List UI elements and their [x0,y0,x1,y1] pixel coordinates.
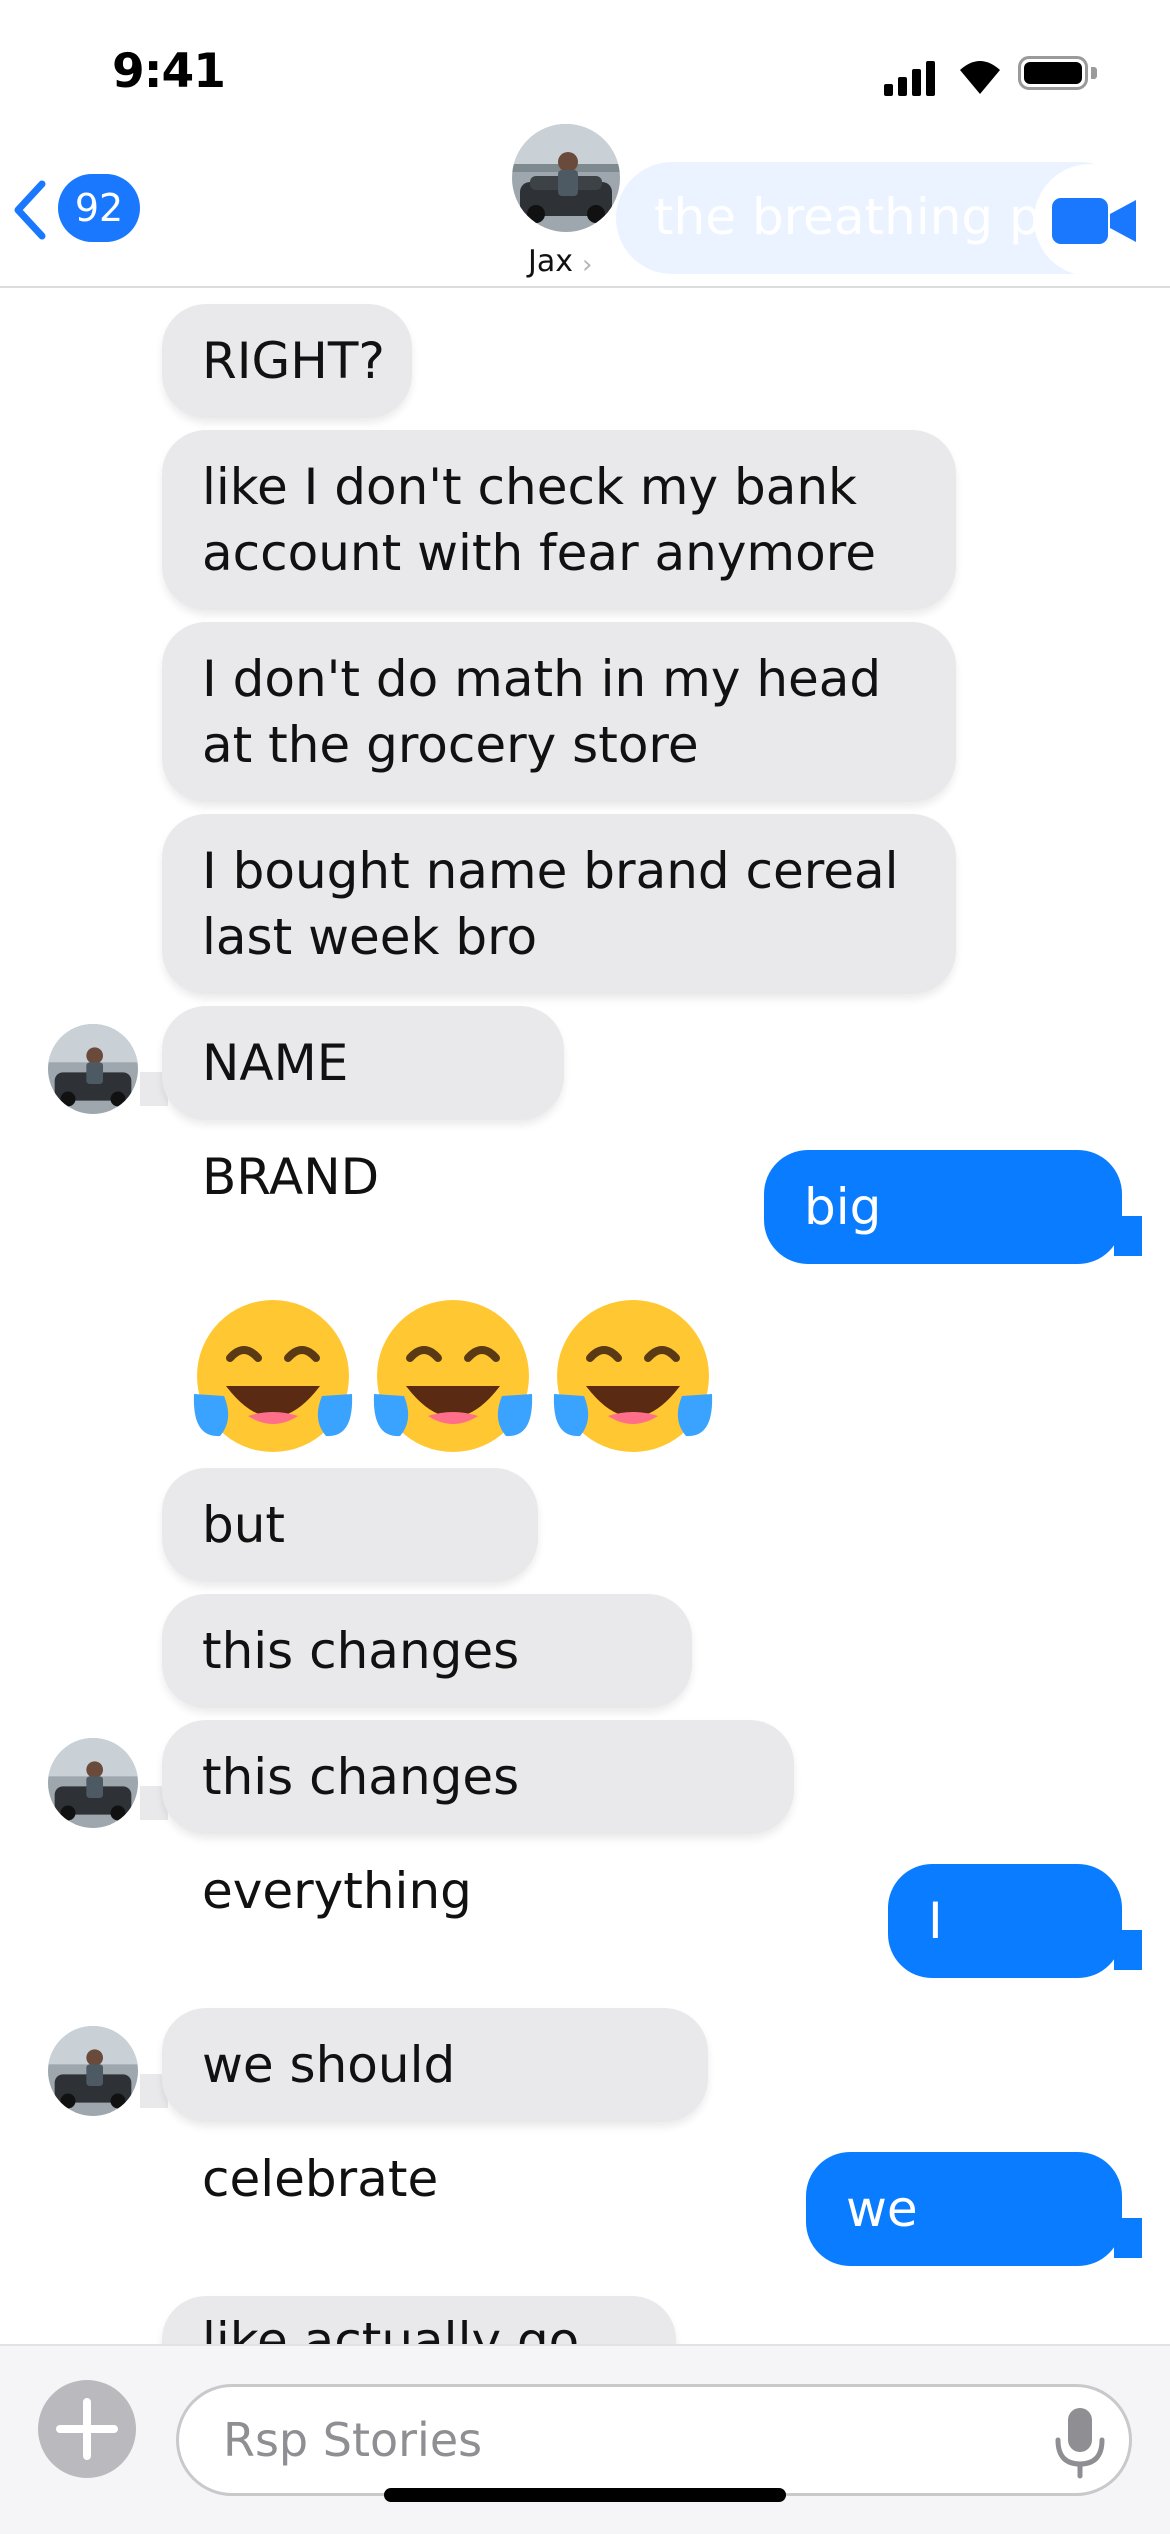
message-list[interactable]: RIGHT? like I don't check my bank accoun… [0,288,1170,2344]
contact-avatar[interactable] [512,124,620,232]
message-text: I bought name brand cereal last week bro [202,842,899,966]
message-text: RIGHT? [202,332,385,390]
conversation-header: 92 Jax › the breathing pa [0,120,1170,288]
message-text: like I don't check my bank account with … [202,458,876,582]
home-indicator[interactable] [384,2488,786,2502]
message-text: I don't do math in my head at the grocer… [202,650,882,774]
incoming-message-bubble[interactable]: like I don't check my bank account with … [162,430,956,610]
incoming-message-bubble[interactable]: but seriously [162,1468,538,1668]
incoming-message-bubble[interactable]: like actually go out [162,2296,676,2344]
message-input[interactable] [176,2384,1132,2496]
message-text: we should [846,2180,1012,2344]
outgoing-message-bubble[interactable]: big spender [764,1150,1122,1350]
incoming-message-bubble[interactable]: RIGHT? [162,304,412,418]
message-text: I know [928,1892,1061,2064]
face-with-tears-of-joy-icon [553,1300,713,1452]
sender-avatar[interactable] [48,2026,138,2116]
sender-avatar[interactable] [48,1024,138,1114]
message-text: this changes everything [202,1748,520,1920]
video-camera-icon [1052,198,1136,244]
contact-chevron-icon: › [582,250,593,280]
bubble-tail [1114,1930,1142,1970]
battery-icon [1018,56,1100,94]
outgoing-message-bubble[interactable]: I know [888,1864,1122,2064]
incoming-message-bubble[interactable]: we should celebrate [162,2008,708,2208]
emoji-message[interactable] [190,1298,730,1458]
message-text: NAME BRAND [202,1034,380,1206]
incoming-message-bubble[interactable]: this changes everything [162,1720,794,1920]
bubble-tail [1114,1216,1142,1256]
wifi-icon [960,61,1000,94]
message-text: big spender [804,1178,1008,1350]
outgoing-message-bubble[interactable]: we should [806,2152,1122,2344]
plus-icon [56,2398,118,2460]
cellular-signal-icon [884,60,940,96]
incoming-message-bubble[interactable]: I don't do math in my head at the grocer… [162,622,956,802]
incoming-message-bubble[interactable]: this changes things [162,1594,692,1794]
microphone-icon[interactable] [1052,2406,1108,2480]
incoming-message-bubble[interactable]: I bought name brand cereal last week bro [162,814,956,994]
face-with-tears-of-joy-icon [193,1300,353,1452]
message-text: like actually go out [202,2312,580,2344]
status-time: 9:41 [112,44,226,99]
back-chevron-icon[interactable] [12,180,48,240]
add-attachment-button[interactable] [38,2380,136,2478]
contact-name[interactable]: Jax [528,244,573,279]
sender-avatar[interactable] [48,1738,138,1828]
peeking-message-text: the breathing pa [654,188,1072,246]
composer-bar [0,2344,1170,2534]
unread-count-badge[interactable]: 92 [58,174,140,242]
message-text: we should celebrate [202,2036,456,2208]
bubble-tail [1114,2218,1142,2258]
face-with-tears-of-joy-icon [373,1300,533,1452]
video-call-button[interactable] [1034,164,1146,276]
status-bar: 9:41 [0,0,1170,120]
incoming-message-bubble[interactable]: NAME BRAND [162,1006,564,1206]
